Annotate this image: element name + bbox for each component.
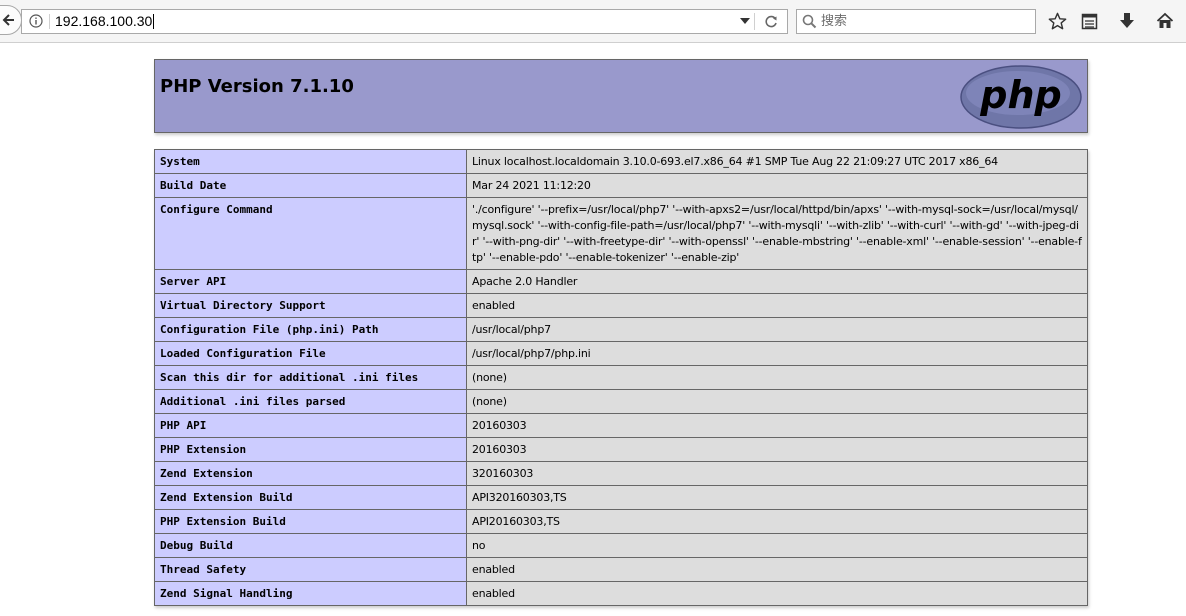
table-row: Zend Extension Build API320160303,TS (154, 485, 1088, 510)
url-separator (49, 14, 50, 29)
info-icon[interactable] (29, 14, 43, 28)
info-label: Debug Build (154, 533, 467, 558)
php-info-table-body: System Linux localhost.localdomain 3.10.0… (154, 149, 1088, 606)
info-label: Configure Command (154, 197, 467, 270)
info-value: API20160303,TS (466, 509, 1088, 534)
info-value: enabled (466, 581, 1088, 606)
search-placeholder: 搜索 (821, 14, 848, 29)
table-row: Zend Extension 320160303 (154, 461, 1088, 486)
info-value: (none) (466, 389, 1088, 414)
info-value: enabled (466, 557, 1088, 582)
info-label: Build Date (154, 173, 467, 198)
table-row: Additional .ini files parsed (none) (154, 389, 1088, 414)
search-icon (802, 14, 817, 29)
info-label: Loaded Configuration File (154, 341, 467, 366)
table-row: Zend Signal Handling enabled (154, 581, 1088, 606)
table-row: Loaded Configuration File/usr/local/php7… (154, 341, 1088, 366)
page-title: PHP Version 7.1.10 (160, 76, 354, 97)
text-caret (153, 14, 155, 29)
reading-list-icon[interactable] (1081, 13, 1098, 30)
table-row: Server API Apache 2.0 Handler (154, 269, 1088, 294)
info-value: 20160303 (466, 413, 1088, 438)
table-row: Debug Build no (154, 533, 1088, 558)
table-row: Thread Safety enabled (154, 557, 1088, 582)
info-label: System (154, 149, 467, 174)
php-info-table: System Linux localhost.localdomain 3.10.0… (154, 149, 1088, 606)
download-icon[interactable] (1119, 12, 1135, 30)
info-value: /usr/local/php7 (466, 317, 1088, 342)
info-value: API320160303,TS (466, 485, 1088, 510)
php-logo-text: php (979, 73, 1061, 117)
url-text: 192.168.100.30 (55, 13, 153, 29)
back-arrow-icon (2, 14, 14, 26)
info-value: './configure' '--prefix=/usr/local/php7'… (466, 197, 1088, 270)
reload-icon[interactable] (763, 14, 779, 30)
table-row: Configure Command './configure' '--prefix… (154, 197, 1088, 270)
table-row: PHP Extension 20160303 (154, 437, 1088, 462)
info-value: 20160303 (466, 437, 1088, 462)
table-row: PHP API 20160303 (154, 413, 1088, 438)
info-label: Additional .ini files parsed (154, 389, 467, 414)
php-version-header: PHP Version 7.1.10 php (154, 59, 1088, 133)
bookmark-star-icon[interactable] (1048, 12, 1067, 31)
info-label: PHP API (154, 413, 467, 438)
info-value: Linux localhost.localdomain 3.10.0-693.e… (466, 149, 1088, 174)
search-bar[interactable]: 搜索 (796, 9, 1036, 34)
table-row: System Linux localhost.localdomain 3.10.0… (154, 149, 1088, 174)
info-value: Apache 2.0 Handler (466, 269, 1088, 294)
info-label: Virtual Directory Support (154, 293, 467, 318)
url-input[interactable]: 192.168.100.30 (55, 13, 155, 30)
php-logo[interactable]: php (960, 65, 1082, 129)
table-row: Virtual Directory Support enabled (154, 293, 1088, 318)
info-label: PHP Extension (154, 437, 467, 462)
back-button[interactable] (0, 5, 22, 35)
info-value: Mar 24 2021 11:12:20 (466, 173, 1088, 198)
browser-toolbar: 192.168.100.30 搜索 (0, 0, 1186, 43)
info-label: Zend Signal Handling (154, 581, 467, 606)
info-label: Scan this dir for additional .ini files (154, 365, 467, 390)
table-row: Scan this dir for additional .ini files(… (154, 365, 1088, 390)
info-value: (none) (466, 365, 1088, 390)
info-label: PHP Extension Build (154, 509, 467, 534)
info-value: no (466, 533, 1088, 558)
info-value: 320160303 (466, 461, 1088, 486)
url-separator-2 (754, 13, 755, 30)
table-row: Configuration File (php.ini) Path/usr/lo… (154, 317, 1088, 342)
info-label: Server API (154, 269, 467, 294)
info-label: Thread Safety (154, 557, 467, 582)
url-dropdown-icon[interactable] (740, 18, 750, 25)
table-row: PHP Extension Build API20160303,TS (154, 509, 1088, 534)
home-icon[interactable] (1156, 12, 1174, 30)
url-bar[interactable]: 192.168.100.30 (21, 9, 788, 34)
info-value: enabled (466, 293, 1088, 318)
info-label: Zend Extension (154, 461, 467, 486)
info-label: Zend Extension Build (154, 485, 467, 510)
table-row: Build Date Mar 24 2021 11:12:20 (154, 173, 1088, 198)
info-label: Configuration File (php.ini) Path (154, 317, 467, 342)
info-value: /usr/local/php7/php.ini (466, 341, 1088, 366)
